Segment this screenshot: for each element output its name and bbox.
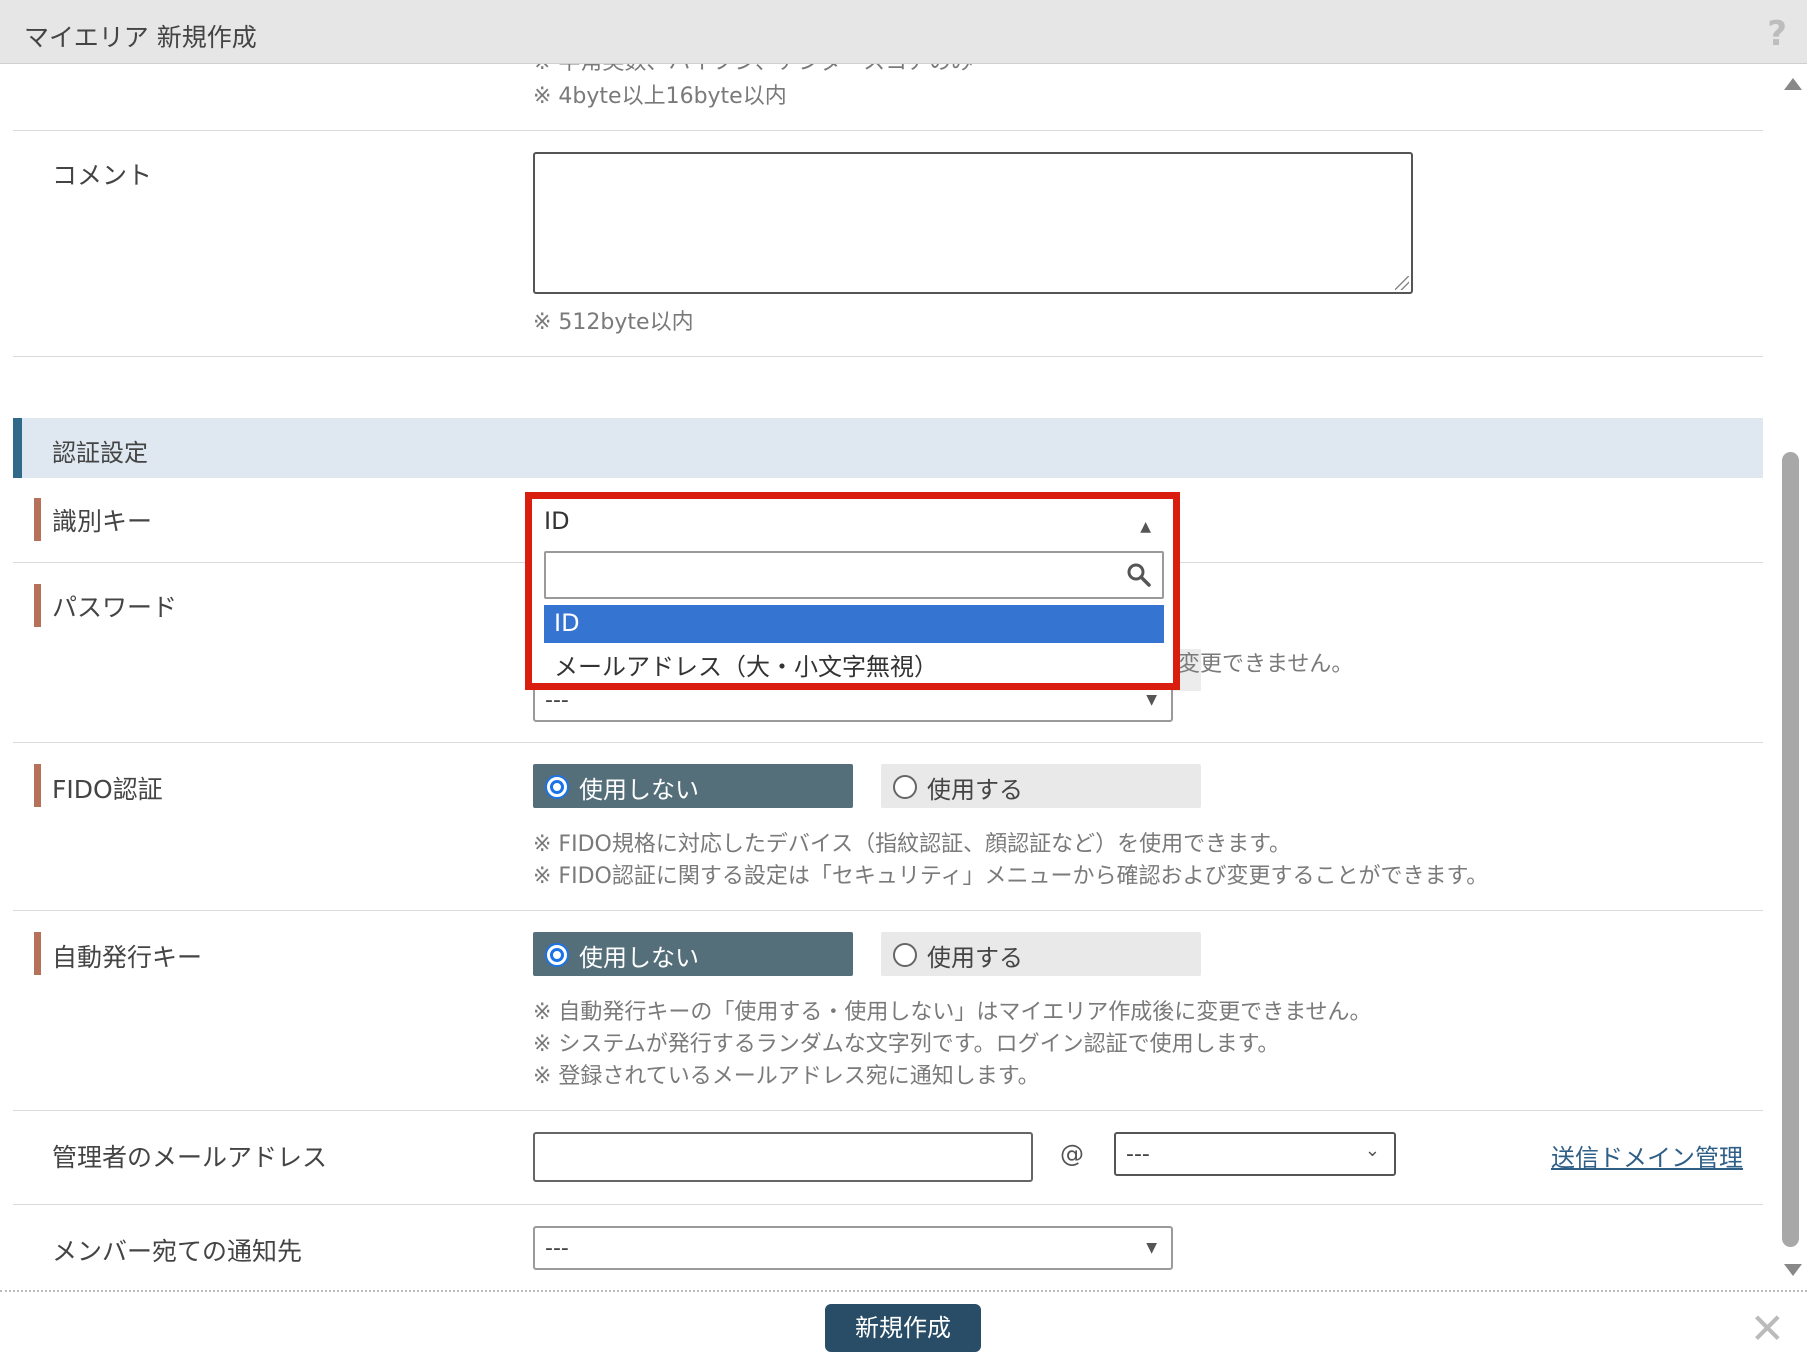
auto-key-radio-off[interactable]: 使用しない <box>533 932 853 976</box>
resize-grip-icon[interactable] <box>1395 276 1409 290</box>
format-note: ※ 半角英数、ハイフン、アンダースコアのみ <box>533 64 973 76</box>
auto-key-note-3: ※ 登録されているメールアドレス宛に通知します。 <box>533 1064 1040 1089</box>
comment-note: ※ 512byte以内 <box>533 310 694 335</box>
radio-unchecked-icon <box>893 775 917 799</box>
divider <box>13 1110 1763 1111</box>
scroll-up-icon[interactable] <box>1784 78 1802 90</box>
dialog-titlebar: マイエリア 新規作成 ? <box>0 0 1807 64</box>
password-select-value: --- <box>545 688 569 713</box>
divider <box>13 130 1763 131</box>
required-marker <box>34 932 41 975</box>
at-sign: @ <box>1060 1140 1084 1168</box>
dropdown-option-email[interactable]: メールアドレス（大・小文字無視） <box>544 643 1164 681</box>
dialog-footer: 新規作成 ✕ <box>0 1290 1807 1363</box>
close-icon[interactable]: ✕ <box>1750 1304 1785 1353</box>
dialog-content: ※ 半角英数、ハイフン、アンダースコアのみ ※ 4byte以上16byte以内 … <box>0 64 1780 1290</box>
divider <box>13 910 1763 911</box>
auto-key-radio-on[interactable]: 使用する <box>881 932 1201 976</box>
sending-domain-link[interactable]: 送信ドメイン管理 <box>1551 1138 1743 1173</box>
chevron-up-icon[interactable]: ▲ <box>1140 519 1151 535</box>
divider <box>13 356 1763 357</box>
radio-checked-icon <box>545 775 569 799</box>
dropdown-option-id[interactable]: ID <box>544 605 1164 643</box>
divider <box>13 742 1763 743</box>
comment-label: コメント <box>52 161 153 190</box>
member-notify-label: メンバー宛ての通知先 <box>52 1237 303 1266</box>
member-notify-select[interactable]: --- ▼ <box>533 1226 1173 1270</box>
dropdown-search-input[interactable] <box>544 551 1164 599</box>
help-icon[interactable]: ? <box>1767 14 1787 54</box>
fido-radio-off[interactable]: 使用しない <box>533 764 853 808</box>
auto-key-option-on-label: 使用する <box>927 944 1023 972</box>
identity-key-label: 識別キー <box>52 507 153 536</box>
identity-key-current-value: ID <box>544 507 570 535</box>
auto-key-note-2: ※ システムが発行するランダムな文字列です。ログイン認証で使用します。 <box>533 1032 1280 1057</box>
scrollbar-thumb[interactable] <box>1782 452 1799 1247</box>
dialog-title: マイエリア 新規作成 <box>24 23 257 52</box>
divider <box>13 1204 1763 1205</box>
required-marker <box>34 764 41 807</box>
radio-checked-icon <box>545 943 569 967</box>
fido-label: FIDO認証 <box>52 775 163 804</box>
password-note: 変更できません。 <box>1178 652 1354 677</box>
fido-note-2: ※ FIDO認証に関する設定は「セキュリティ」メニューから確認および変更すること… <box>533 864 1489 889</box>
create-button[interactable]: 新規作成 <box>825 1304 981 1352</box>
chevron-down-icon: ▼ <box>1146 1240 1157 1256</box>
vertical-scrollbar[interactable] <box>1780 64 1807 1290</box>
fido-radio-on[interactable]: 使用する <box>881 764 1201 808</box>
auto-key-option-off-label: 使用しない <box>579 944 699 972</box>
password-label: パスワード <box>52 593 178 622</box>
auth-section-header: 認証設定 <box>13 418 1763 478</box>
auto-key-note-1: ※ 自動発行キーの「使用する・使用しない」はマイエリア作成後に変更できません。 <box>533 1000 1372 1025</box>
search-icon <box>1127 563 1151 587</box>
auto-key-label: 自動発行キー <box>52 943 203 972</box>
identity-key-dropdown[interactable]: ID ▲ ID メールアドレス（大・小文字無視） <box>525 492 1180 690</box>
byte-limit-note: ※ 4byte以上16byte以内 <box>533 84 787 109</box>
fido-option-on-label: 使用する <box>927 776 1023 804</box>
fido-option-off-label: 使用しない <box>579 776 699 804</box>
auth-section-title: 認証設定 <box>52 439 148 467</box>
admin-email-domain-select[interactable]: --- ⌄ <box>1114 1132 1396 1176</box>
required-marker <box>34 584 41 627</box>
required-marker <box>34 498 41 541</box>
fido-note-1: ※ FIDO規格に対応したデバイス（指紋認証、顔認証など）を使用できます。 <box>533 832 1291 857</box>
radio-unchecked-icon <box>893 943 917 967</box>
scroll-down-icon[interactable] <box>1784 1264 1802 1276</box>
comment-textarea[interactable] <box>533 152 1413 294</box>
admin-email-local-input[interactable] <box>533 1132 1033 1182</box>
domain-select-value: --- <box>1126 1142 1150 1167</box>
member-notify-value: --- <box>545 1236 569 1261</box>
admin-email-label: 管理者のメールアドレス <box>52 1143 328 1172</box>
chevron-down-icon: ▼ <box>1146 692 1157 708</box>
chevron-down-icon: ⌄ <box>1364 1140 1380 1161</box>
